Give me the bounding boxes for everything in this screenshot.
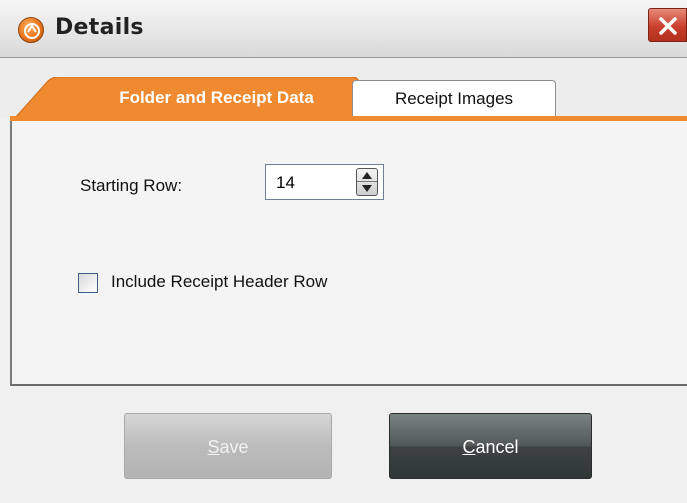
starting-row-value[interactable]: 14 [276, 173, 295, 193]
save-label-rest: ave [219, 437, 249, 457]
stepper-buttons[interactable] [356, 168, 378, 196]
arrow-down-icon [362, 185, 372, 192]
stepper-up-button[interactable] [357, 169, 377, 182]
include-header-checkbox[interactable] [78, 273, 98, 293]
include-header-label[interactable]: Include Receipt Header Row [111, 272, 327, 292]
stepper-down-button[interactable] [357, 182, 377, 195]
tab-folder-and-receipt-data[interactable]: Folder and Receipt Data [14, 77, 359, 119]
arrow-up-icon [362, 172, 372, 179]
cancel-button[interactable]: Cancel [389, 413, 592, 479]
window-title: Details [55, 15, 144, 40]
starting-row-stepper[interactable]: 14 [265, 164, 384, 200]
app-logo-icon [18, 17, 44, 43]
cancel-mnemonic: C [462, 437, 476, 457]
save-button[interactable]: Save [124, 413, 332, 479]
tab-label: Folder and Receipt Data [119, 88, 314, 107]
tab-panel [10, 121, 687, 386]
close-icon [659, 17, 677, 35]
cancel-label-rest: ancel [475, 437, 519, 457]
tab-label: Receipt Images [394, 89, 514, 108]
save-mnemonic: S [207, 437, 220, 457]
close-button[interactable] [648, 8, 687, 42]
tab-receipt-images[interactable]: Receipt Images [352, 80, 556, 117]
title-bar[interactable]: Details [0, 0, 687, 58]
starting-row-label: Starting Row: [80, 176, 183, 195]
